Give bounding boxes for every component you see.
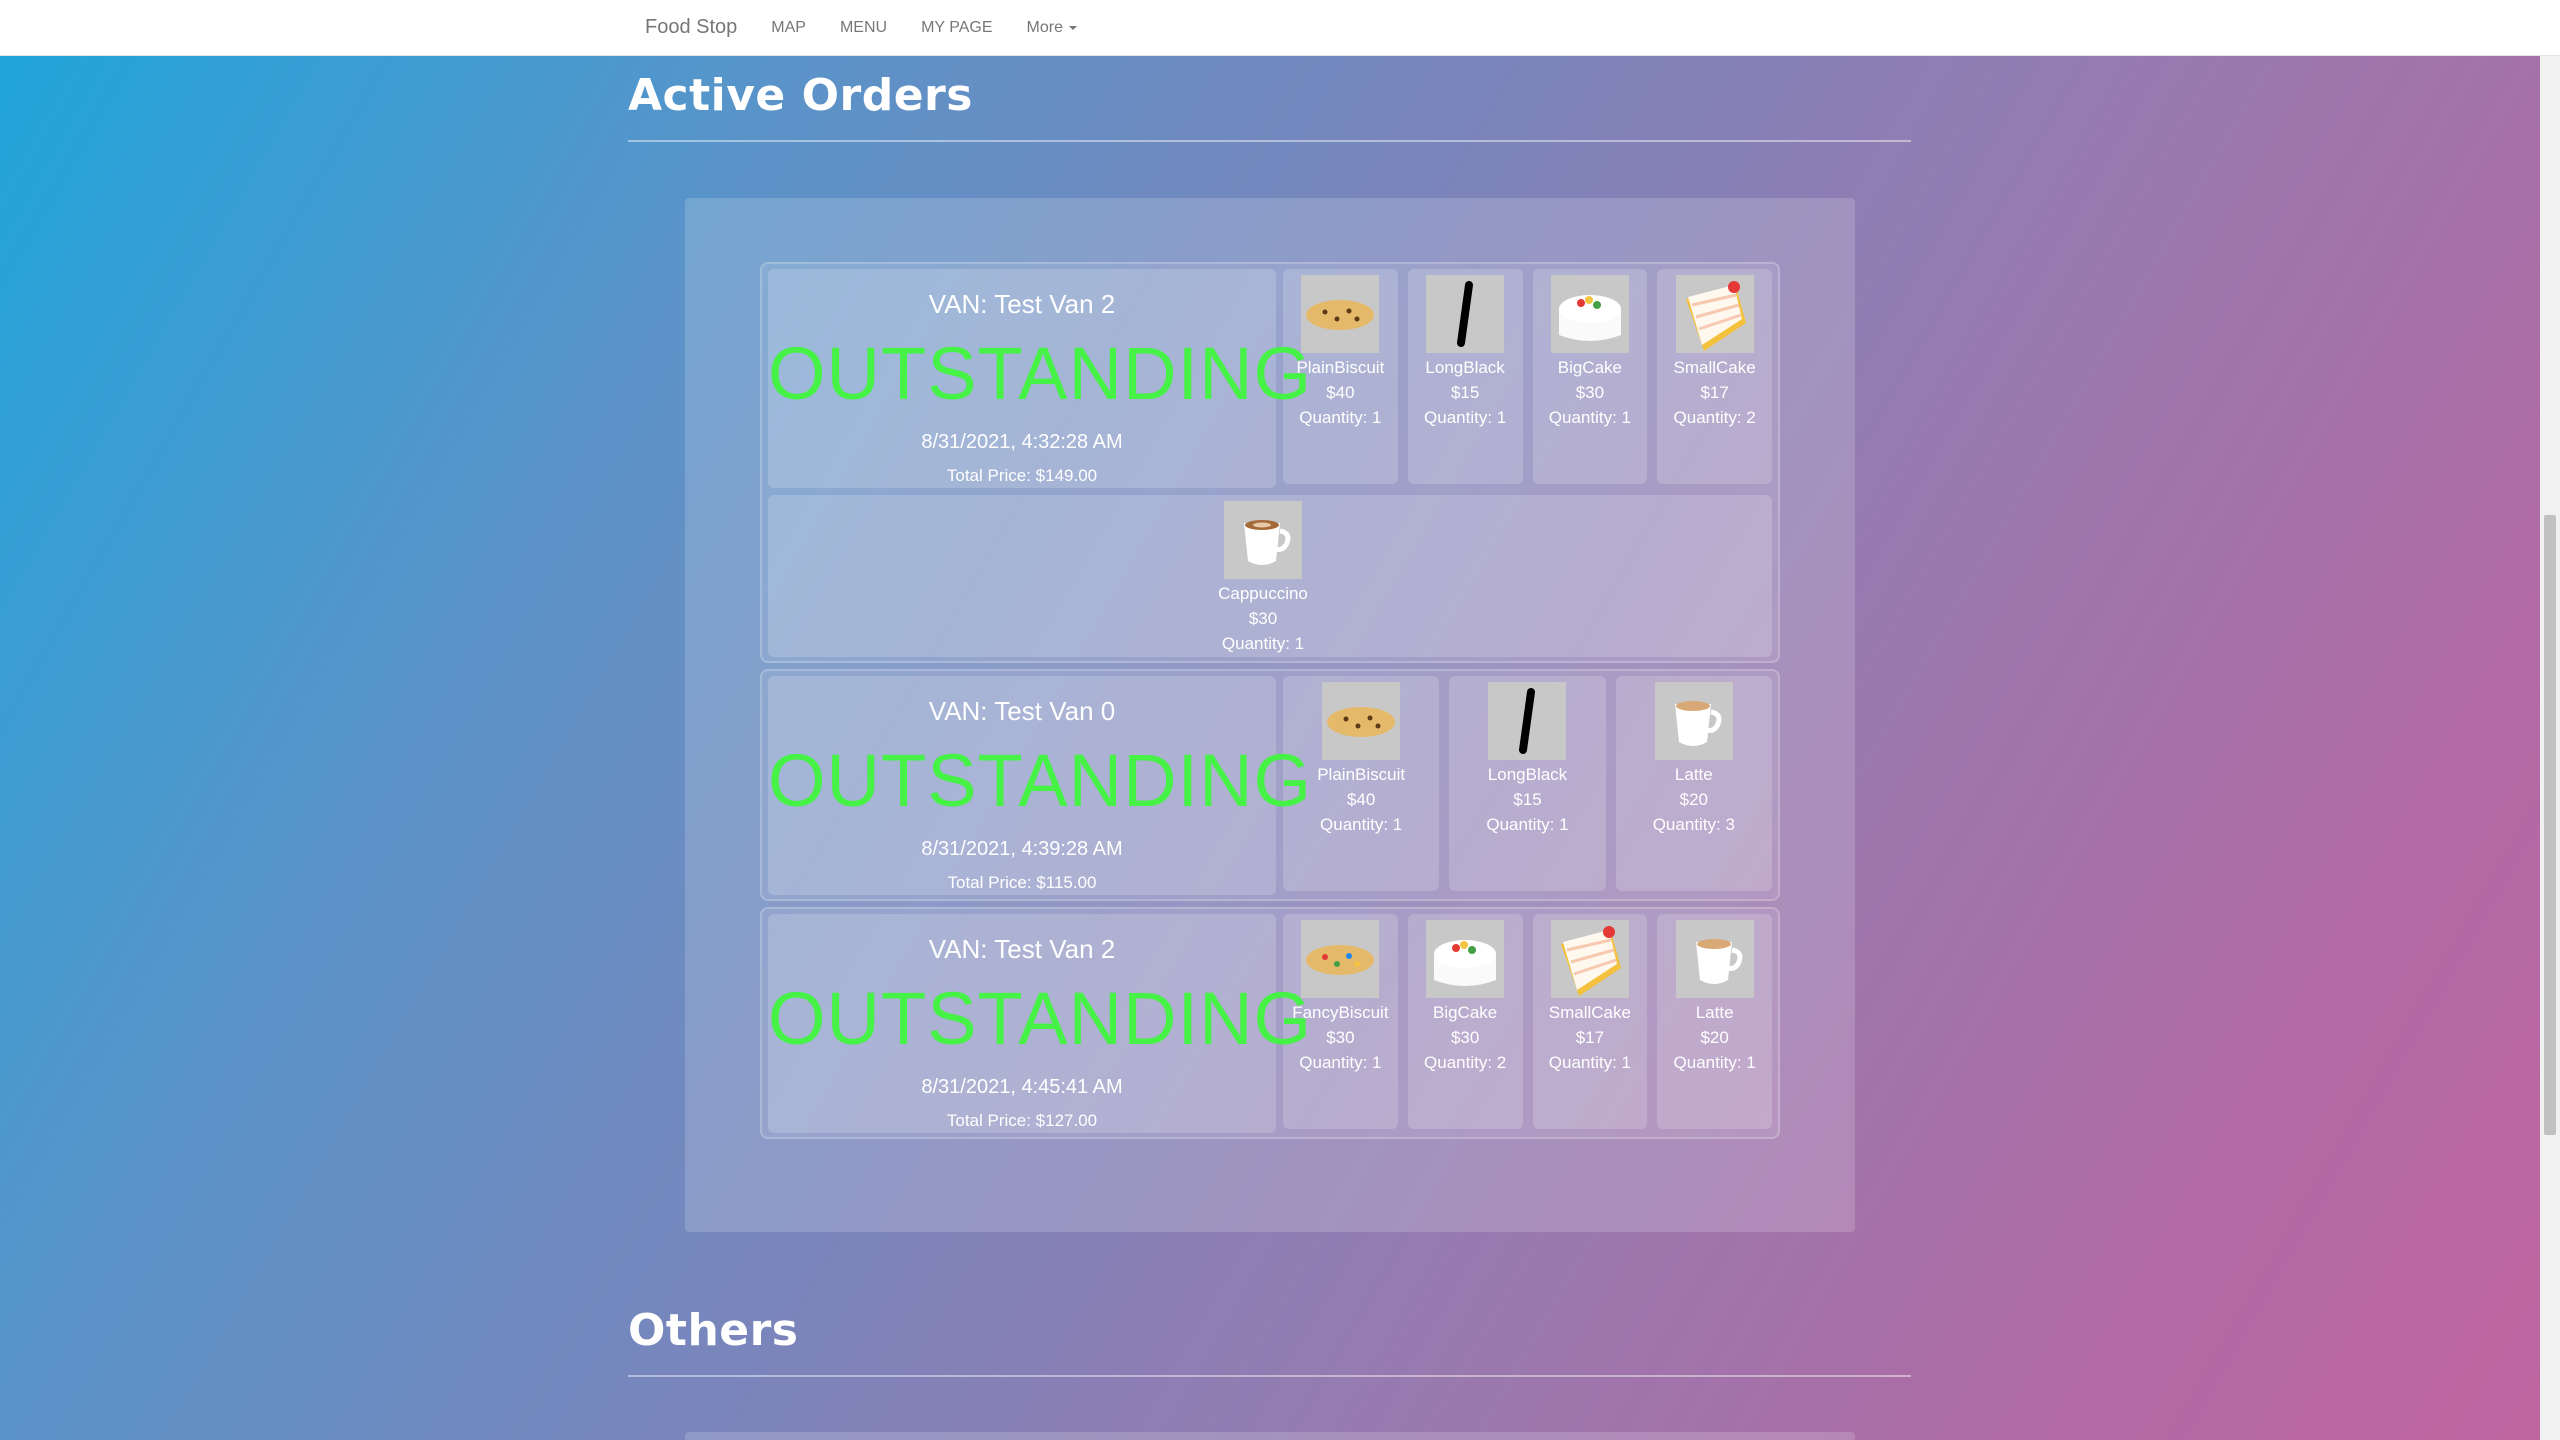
item-price: $30 [1450, 1028, 1480, 1047]
nav-dropdown-more[interactable]: More [1027, 19, 1077, 37]
item-quantity: Quantity: 2 [1673, 408, 1756, 427]
section-divider [628, 140, 1911, 142]
van-name: VAN: Test Van 2 [928, 289, 1116, 319]
plain-biscuit-icon [1301, 275, 1380, 353]
order-item: SmallCake $17 Quantity: 1 [1532, 914, 1648, 1129]
order-item: SmallCake $17 Quantity: 2 [1657, 269, 1772, 484]
van-name: VAN: Test Van 0 [928, 696, 1116, 726]
long-black-icon [1488, 682, 1567, 760]
plain-biscuit-icon [1322, 682, 1401, 760]
order-total: Total Price: $149.00 [946, 466, 1098, 485]
item-price: $15 [1513, 790, 1542, 809]
order-item: LongBlack $15 Quantity: 1 [1407, 269, 1523, 484]
item-quantity: Quantity: 1 [1548, 408, 1631, 427]
latte-icon [1654, 682, 1733, 760]
item-quantity: Quantity: 1 [1221, 634, 1305, 653]
order-total: Total Price: $115.00 [947, 873, 1097, 892]
order-status: OUTSTANDING [768, 977, 1313, 1060]
item-quantity: Quantity: 1 [1548, 1053, 1631, 1072]
top-navbar: Food Stop MAP MENU MY PAGE More [0, 0, 2560, 56]
order-info: VAN: Test Van 2 OUTSTANDING 8/31/2021, 4… [768, 269, 1313, 488]
order-card: VAN: Test Van 0 OUTSTANDING 8/31/2021, 4… [760, 669, 1780, 901]
orders-list: VAN: Test Van 2 OUTSTANDING 8/31/2021, 4… [760, 262, 1780, 1145]
order-date: 8/31/2021, 4:45:41 AM [921, 1076, 1123, 1098]
page-scrollbar[interactable] [2540, 55, 2560, 1440]
section-divider [628, 1375, 1911, 1377]
order-item: BigCake $30 Quantity: 1 [1532, 269, 1648, 484]
others-panel [685, 1432, 1855, 1440]
order-card: VAN: Test Van 2 OUTSTANDING 8/31/2021, 4… [760, 907, 1780, 1139]
nav-dropdown-more-label: More [1026, 18, 1063, 36]
order-info: VAN: Test Van 0 OUTSTANDING 8/31/2021, 4… [768, 676, 1313, 895]
section-title-others: Others [628, 1305, 799, 1356]
order-item: Latte $20 Quantity: 3 [1615, 676, 1772, 891]
item-name: BigCake [1557, 358, 1622, 377]
item-quantity: Quantity: 1 [1486, 815, 1569, 834]
order-total: Total Price: $127.00 [946, 1111, 1098, 1130]
order-extra-items-row: Cappuccino $30 Quantity: 1 [768, 495, 1772, 657]
big-cake-icon [1550, 275, 1629, 353]
big-cake-icon [1426, 920, 1505, 998]
order-status: OUTSTANDING [768, 739, 1313, 822]
cappuccino-icon [1224, 501, 1302, 579]
order-card: VAN: Test Van 2 OUTSTANDING 8/31/2021, 4… [760, 262, 1780, 663]
section-title-active-orders: Active Orders [628, 70, 973, 121]
order-date: 8/31/2021, 4:32:28 AM [921, 431, 1123, 453]
order-info: VAN: Test Van 2 OUTSTANDING 8/31/2021, 4… [768, 914, 1313, 1133]
item-name: Latte [1695, 1003, 1734, 1022]
item-price: $15 [1450, 383, 1480, 402]
caret-down-icon [1068, 25, 1077, 30]
small-cake-icon [1550, 920, 1629, 998]
item-name: SmallCake [1548, 1003, 1631, 1022]
item-name: Cappuccino [1218, 584, 1308, 603]
item-price: $17 [1700, 383, 1729, 402]
item-name: LongBlack [1487, 765, 1568, 784]
item-quantity: Quantity: 1 [1424, 408, 1507, 427]
nav-inner: Food Stop MAP MENU MY PAGE More [645, 0, 1111, 55]
order-item: BigCake $30 Quantity: 2 [1407, 914, 1523, 1129]
item-name: BigCake [1432, 1003, 1498, 1022]
nav-link-menu[interactable]: MENU [840, 19, 887, 37]
item-price: $20 [1679, 790, 1708, 809]
latte-icon [1675, 920, 1754, 998]
order-status: OUTSTANDING [768, 332, 1313, 415]
item-quantity: Quantity: 1 [1673, 1053, 1756, 1072]
item-quantity: Quantity: 3 [1652, 815, 1735, 834]
long-black-icon [1426, 275, 1505, 353]
van-name: VAN: Test Van 2 [928, 934, 1116, 964]
order-item: Latte $20 Quantity: 1 [1657, 914, 1772, 1129]
item-price: $30 [1575, 383, 1605, 402]
item-name: Latte [1674, 765, 1713, 784]
scrollbar-thumb[interactable] [2544, 515, 2556, 1135]
item-price: $17 [1575, 1028, 1605, 1047]
fancy-biscuit-icon [1301, 920, 1380, 998]
item-quantity: Quantity: 2 [1424, 1053, 1507, 1072]
item-name: LongBlack [1425, 358, 1505, 377]
item-price: $30 [1248, 609, 1278, 628]
brand-link[interactable]: Food Stop [645, 16, 737, 39]
nav-link-my-page[interactable]: MY PAGE [921, 19, 992, 37]
order-date: 8/31/2021, 4:39:28 AM [921, 838, 1123, 860]
item-name: SmallCake [1673, 358, 1756, 377]
nav-link-map[interactable]: MAP [771, 19, 806, 37]
small-cake-icon [1675, 275, 1754, 353]
item-price: $20 [1700, 1028, 1729, 1047]
order-item: Cappuccino $30 Quantity: 1 [1188, 501, 1338, 656]
order-item: LongBlack $15 Quantity: 1 [1449, 676, 1606, 891]
